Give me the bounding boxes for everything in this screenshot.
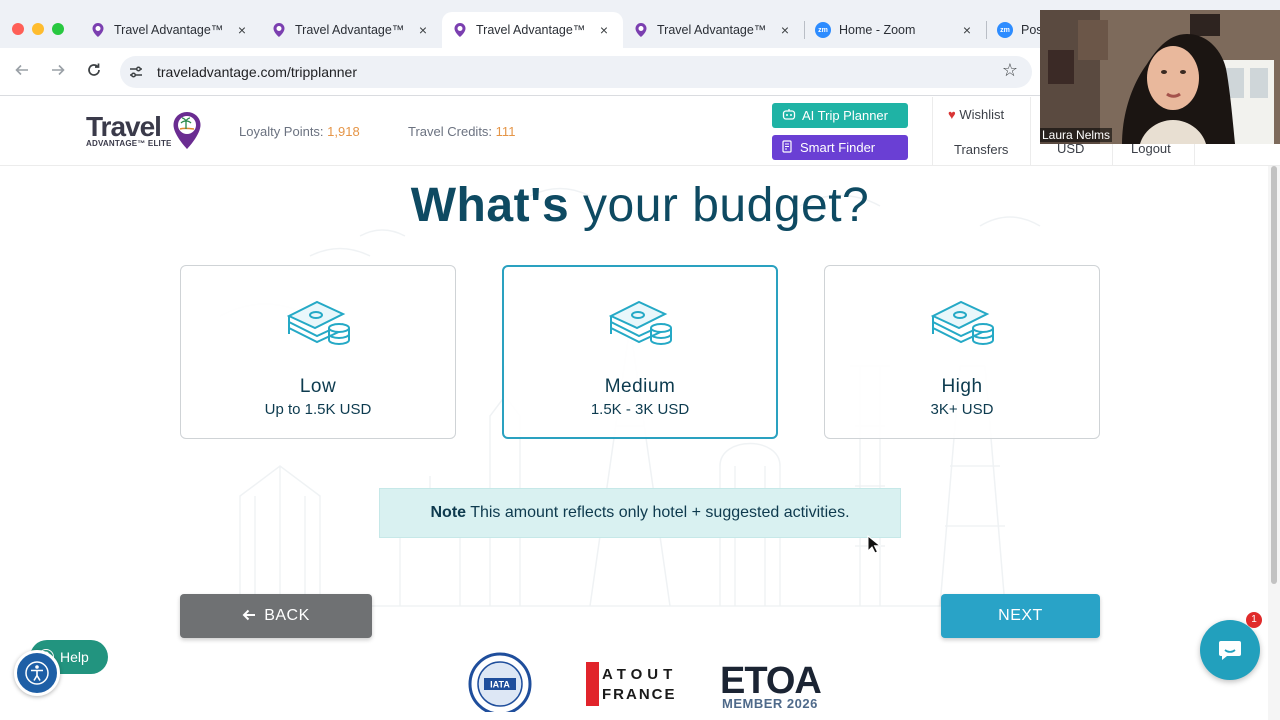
page-scrollbar[interactable] xyxy=(1268,166,1280,720)
heart-icon: ♥ xyxy=(948,107,956,122)
travel-advantage-pin-icon xyxy=(271,22,287,38)
zoom-icon: zm xyxy=(997,22,1013,38)
travel-advantage-pin-icon xyxy=(90,22,106,38)
webcam-participant-name: Laura Nelms xyxy=(1040,128,1113,142)
trip-planner-budget-step: What's your budget? Low Up to 1.5K USD M… xyxy=(0,166,1280,720)
maximize-window-button[interactable] xyxy=(52,23,64,35)
budget-option-name: Medium xyxy=(604,376,676,397)
money-stack-icon xyxy=(287,300,350,346)
svg-text:FRANCE: FRANCE xyxy=(602,686,674,703)
browser-tab[interactable]: Travel Advantage™ × xyxy=(261,12,442,48)
atout-france-logo: ATOUT FRANCE xyxy=(586,662,674,706)
back-button-label: BACK xyxy=(264,607,310,624)
page-title: What's your budget? xyxy=(0,178,1280,233)
browser-tab-active[interactable]: Travel Advantage™ × xyxy=(442,12,623,48)
wishlist-link[interactable]: ♥ Wishlist xyxy=(948,107,1004,122)
logo-subtitle: ADVANTAGE™ ELITE xyxy=(86,139,172,148)
page-title-rest: your budget? xyxy=(583,179,870,232)
reload-icon[interactable] xyxy=(84,62,104,82)
budget-note: Note This amount reflects only hotel + s… xyxy=(379,488,901,538)
transfers-link[interactable]: Transfers xyxy=(954,142,1008,157)
tab-title: Home - Zoom xyxy=(839,23,916,37)
mouse-cursor-icon xyxy=(867,535,881,554)
close-window-button[interactable] xyxy=(12,23,24,35)
tab-strip: Travel Advantage™ × Travel Advantage™ × … xyxy=(80,12,1067,48)
logo-pin-icon xyxy=(173,112,201,149)
back-button[interactable]: BACK xyxy=(180,594,372,638)
partner-badges: IATA ATOUT FRANCE ETOA MEMBER 2026 xyxy=(0,652,1280,712)
note-label: Note xyxy=(430,504,467,521)
smart-finder-label: Smart Finder xyxy=(800,140,876,155)
url-text: traveladvantage.com/tripplanner xyxy=(157,64,358,80)
bookmark-star-icon[interactable]: ☆ xyxy=(1002,60,1018,81)
webcam-video-overlay xyxy=(1040,10,1280,144)
close-icon[interactable]: × xyxy=(958,22,976,38)
svg-text:ATOUT: ATOUT xyxy=(602,666,674,683)
document-search-icon xyxy=(782,139,794,156)
tab-title: Travel Advantage™ xyxy=(114,23,224,37)
loyalty-points-value: 1,918 xyxy=(327,124,360,139)
etoa-logo: ETOA xyxy=(720,660,822,702)
minimize-window-button[interactable] xyxy=(32,23,44,35)
header-divider xyxy=(932,97,933,166)
tab-title: Travel Advantage™ xyxy=(476,23,586,37)
next-button[interactable]: NEXT xyxy=(941,594,1100,638)
ai-trip-planner-button[interactable]: AI Trip Planner xyxy=(772,103,908,128)
budget-option-range: 1.5K - 3K USD xyxy=(590,401,690,418)
wishlist-label: Wishlist xyxy=(959,107,1005,122)
budget-option-name: Low xyxy=(299,376,337,397)
header-divider xyxy=(1030,97,1031,166)
svg-text:IATA: IATA xyxy=(490,680,510,690)
travel-advantage-logo[interactable]: Travel ADVANTAGE™ ELITE xyxy=(86,111,204,153)
page-title-bold: What's xyxy=(410,179,570,232)
chat-notification-badge: 1 xyxy=(1246,612,1262,628)
etoa-member-label: MEMBER 2026 xyxy=(722,696,818,711)
forward-arrow-icon[interactable] xyxy=(48,62,68,82)
travel-advantage-pin-icon xyxy=(452,22,468,38)
loyalty-points-label: Loyalty Points: xyxy=(239,124,324,139)
travel-advantage-pin-icon xyxy=(633,22,649,38)
budget-option-low[interactable]: Low Up to 1.5K USD xyxy=(180,265,456,439)
travel-credits-value: 111 xyxy=(495,124,516,139)
tab-title: Travel Advantage™ xyxy=(657,23,767,37)
tab-title: Travel Advantage™ xyxy=(295,23,405,37)
zoom-icon: zm xyxy=(815,22,831,38)
browser-tab[interactable]: Travel Advantage™ × xyxy=(623,12,804,48)
close-icon[interactable]: × xyxy=(233,22,251,38)
address-bar[interactable]: traveladvantage.com/tripplanner ☆ xyxy=(120,56,1032,88)
travel-credits-label: Travel Credits: xyxy=(408,124,493,139)
scrollbar-thumb[interactable] xyxy=(1271,166,1277,584)
money-stack-icon xyxy=(931,300,994,346)
arrow-left-icon xyxy=(242,606,256,627)
window-controls xyxy=(12,23,64,35)
note-text: This amount reflects only hotel + sugges… xyxy=(470,504,850,521)
browser-tab[interactable]: Travel Advantage™ × xyxy=(80,12,261,48)
money-stack-icon xyxy=(609,300,672,346)
robot-icon xyxy=(782,108,796,124)
close-icon[interactable]: × xyxy=(595,22,613,38)
close-icon[interactable]: × xyxy=(776,22,794,38)
smart-finder-button[interactable]: Smart Finder xyxy=(772,135,908,160)
browser-tab[interactable]: zm Home - Zoom × xyxy=(805,12,986,48)
budget-option-range: Up to 1.5K USD xyxy=(264,401,372,418)
site-settings-icon[interactable] xyxy=(128,64,144,80)
travel-credits: Travel Credits: 111 xyxy=(408,124,515,139)
back-arrow-icon[interactable] xyxy=(12,62,32,82)
iata-logo: IATA xyxy=(468,652,532,712)
budget-option-high[interactable]: High 3K+ USD xyxy=(824,265,1100,439)
budget-option-range: 3K+ USD xyxy=(930,401,994,418)
webcam-person-image xyxy=(1040,10,1280,144)
close-icon[interactable]: × xyxy=(414,22,432,38)
loyalty-points: Loyalty Points: 1,918 xyxy=(239,124,360,139)
budget-option-name: High xyxy=(941,376,983,397)
budget-option-medium[interactable]: Medium 1.5K - 3K USD xyxy=(502,265,778,439)
ai-trip-planner-label: AI Trip Planner xyxy=(802,108,888,123)
